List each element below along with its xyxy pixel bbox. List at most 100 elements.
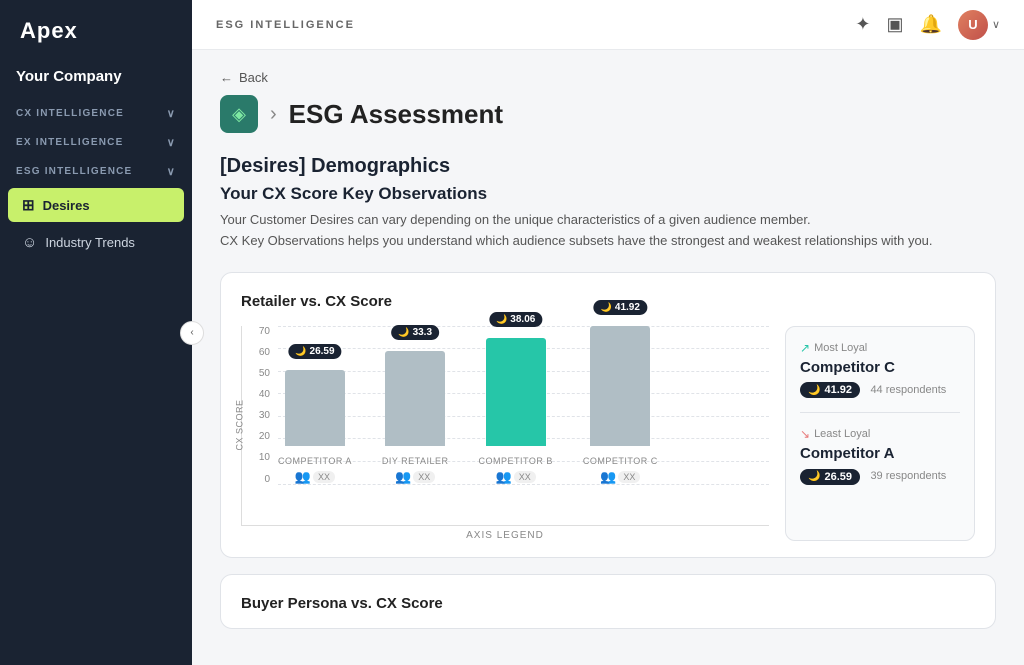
bar-value-b: 38.06 bbox=[510, 314, 535, 325]
least-loyal-label-text: Least Loyal bbox=[814, 428, 870, 440]
sidebar-logo: Apex bbox=[0, 0, 192, 58]
topbar-icons: ✦ ▣ 🔔 U ∨ bbox=[855, 10, 1000, 40]
y-label-30: 30 bbox=[242, 410, 270, 421]
sidebar-item-desires-label: Desires bbox=[43, 198, 90, 213]
least-loyal-badge: 🌙 26.59 bbox=[800, 469, 860, 485]
most-loyal-respondents: 44 respondents bbox=[870, 384, 946, 396]
sidebar-item-industry-trends[interactable]: ☺ Industry Trends bbox=[8, 226, 184, 259]
bar-label-a: COMPETITOR A bbox=[278, 456, 352, 466]
most-loyal-name: Competitor C bbox=[800, 359, 960, 376]
bar-badge-a: 🌙 26.59 bbox=[288, 344, 341, 359]
most-loyal-badge: 🌙 41.92 bbox=[800, 382, 860, 398]
least-loyal-score: 26.59 bbox=[824, 471, 852, 483]
chart-icon: ☺ bbox=[22, 234, 37, 251]
y-label-40: 40 bbox=[242, 389, 270, 400]
bar-competitor-b: 🌙 38.06 COMPETITOR B 👥 XX bbox=[479, 338, 553, 485]
moon-icon: 🌙 bbox=[496, 314, 507, 325]
bar-label-diy: DIY RETAILER bbox=[382, 456, 449, 466]
bar-diy-bar: 🌙 33.3 bbox=[385, 351, 445, 446]
least-loyal-name: Competitor A bbox=[800, 445, 960, 462]
insight-divider bbox=[800, 412, 960, 413]
content-area: ← Back ◈ › ESG Assessment [Desires] Demo… bbox=[192, 50, 1024, 665]
moon-icon: 🌙 bbox=[808, 471, 820, 482]
grid-icon: ⊞ bbox=[22, 196, 35, 214]
bar-value-diy: 33.3 bbox=[413, 327, 432, 338]
sidebar-group-ex-label: EX INTELLIGENCE bbox=[16, 137, 123, 148]
user-avatar-container[interactable]: U ∨ bbox=[958, 10, 1000, 40]
most-loyal-score-row: 🌙 41.92 44 respondents bbox=[800, 380, 960, 399]
bar-value-a: 26.59 bbox=[310, 346, 335, 357]
bar-competitor-c: 🌙 41.92 COMPETITOR C 👥 XX bbox=[583, 326, 658, 485]
bar-label-c: COMPETITOR C bbox=[583, 456, 658, 466]
users-icon-a: 👥 bbox=[295, 469, 311, 485]
main-content: ESG INTELLIGENCE ✦ ▣ 🔔 U ∨ ← Back ◈ › ES… bbox=[192, 0, 1024, 665]
insight-most-loyal: ↗ Most Loyal Competitor C 🌙 41.92 44 res… bbox=[800, 341, 960, 399]
sidebar-collapse-button[interactable]: ‹ bbox=[180, 321, 204, 345]
chart-area: CX SCORE 0 10 20 30 40 50 60 70 bbox=[241, 326, 975, 541]
collapse-icon: ‹ bbox=[190, 327, 193, 338]
sidebar-group-cx-label: CX INTELLIGENCE bbox=[16, 108, 124, 119]
bar-badge-b: 🌙 38.06 bbox=[489, 312, 542, 327]
bar-badge-c: 🌙 41.92 bbox=[594, 300, 647, 315]
topbar-title: ESG INTELLIGENCE bbox=[216, 19, 355, 31]
sidebar-group-cx[interactable]: CX INTELLIGENCE ∨ bbox=[0, 99, 192, 128]
back-label: Back bbox=[239, 70, 268, 85]
moon-icon: 🌙 bbox=[398, 327, 409, 338]
moon-icon: 🌙 bbox=[808, 385, 820, 396]
sidebar-company: Your Company bbox=[0, 58, 192, 99]
y-label-50: 50 bbox=[242, 368, 270, 379]
trend-down-icon: ↘ bbox=[800, 427, 810, 441]
insight-least-loyal: ↘ Least Loyal Competitor A 🌙 26.59 39 re… bbox=[800, 427, 960, 485]
bar-competitor-a-bar: 🌙 26.59 bbox=[285, 370, 345, 446]
buyer-card-title: Buyer Persona vs. CX Score bbox=[241, 595, 975, 612]
sidebar: Apex Your Company CX INTELLIGENCE ∨ EX I… bbox=[0, 0, 192, 665]
bar-chart-container: CX SCORE 0 10 20 30 40 50 60 70 bbox=[241, 326, 769, 541]
users-icon-diy: 👥 bbox=[395, 469, 411, 485]
insight-panel: ↗ Most Loyal Competitor C 🌙 41.92 44 res… bbox=[785, 326, 975, 541]
least-loyal-respondents: 39 respondents bbox=[870, 470, 946, 482]
page-title: ESG Assessment bbox=[289, 99, 503, 130]
sidebar-item-desires[interactable]: ⊞ Desires bbox=[8, 188, 184, 222]
sidebar-group-esg[interactable]: ESG INTELLIGENCE ∨ bbox=[0, 157, 192, 186]
chevron-down-icon: ∨ bbox=[167, 136, 176, 149]
retailer-chart-card: Retailer vs. CX Score CX SCORE 0 10 20 3… bbox=[220, 272, 996, 558]
y-label-10: 10 bbox=[242, 452, 270, 463]
esg-icon: ◈ bbox=[220, 95, 258, 133]
bar-competitor-a: 🌙 26.59 COMPETITOR A 👥 XX bbox=[278, 370, 352, 485]
bar-value-c: 41.92 bbox=[615, 302, 640, 313]
observations-desc-line2: CX Key Observations helps you understand… bbox=[220, 233, 933, 248]
legend-label: AXIS LEGEND bbox=[466, 530, 544, 541]
observations-desc-line1: Your Customer Desires can vary depending… bbox=[220, 212, 811, 227]
y-label-0: 0 bbox=[242, 474, 270, 485]
page-header: ◈ › ESG Assessment bbox=[220, 95, 996, 133]
bar-diy-retailer: 🌙 33.3 DIY RETAILER 👥 XX bbox=[382, 351, 449, 485]
section-title: [Desires] Demographics bbox=[220, 155, 996, 178]
bar-label-b: COMPETITOR B bbox=[479, 456, 553, 466]
chart-legend: AXIS LEGEND bbox=[241, 530, 769, 541]
legend-xx-c: XX bbox=[618, 471, 640, 483]
sidebar-group-esg-label: ESG INTELLIGENCE bbox=[16, 166, 132, 177]
breadcrumb-separator: › bbox=[270, 103, 277, 126]
bar-badge-diy: 🌙 33.3 bbox=[391, 325, 439, 340]
y-axis-labels: 0 10 20 30 40 50 60 70 bbox=[242, 326, 270, 485]
apps-icon[interactable]: ✦ bbox=[855, 14, 870, 35]
bell-icon[interactable]: 🔔 bbox=[920, 14, 942, 35]
legend-xx-b: XX bbox=[514, 471, 536, 483]
bar-competitor-c-bar: 🌙 41.92 bbox=[590, 326, 650, 446]
least-loyal-score-row: 🌙 26.59 39 respondents bbox=[800, 466, 960, 485]
sidebar-group-ex[interactable]: EX INTELLIGENCE ∨ bbox=[0, 128, 192, 157]
layout-icon[interactable]: ▣ bbox=[887, 14, 904, 35]
most-loyal-label-text: Most Loyal bbox=[814, 342, 867, 354]
topbar: ESG INTELLIGENCE ✦ ▣ 🔔 U ∨ bbox=[192, 0, 1024, 50]
avatar: U bbox=[958, 10, 988, 40]
back-link[interactable]: ← Back bbox=[220, 70, 996, 85]
chevron-down-icon: ∨ bbox=[167, 165, 176, 178]
sidebar-item-industry-trends-label: Industry Trends bbox=[45, 235, 135, 250]
chevron-down-icon: ∨ bbox=[167, 107, 176, 120]
bar-chart: CX SCORE 0 10 20 30 40 50 60 70 bbox=[241, 326, 769, 526]
buyer-persona-card: Buyer Persona vs. CX Score bbox=[220, 574, 996, 629]
most-loyal-score: 41.92 bbox=[824, 384, 852, 396]
most-loyal-label: ↗ Most Loyal bbox=[800, 341, 960, 355]
back-arrow-icon: ← bbox=[220, 70, 233, 85]
moon-icon: 🌙 bbox=[295, 346, 306, 357]
